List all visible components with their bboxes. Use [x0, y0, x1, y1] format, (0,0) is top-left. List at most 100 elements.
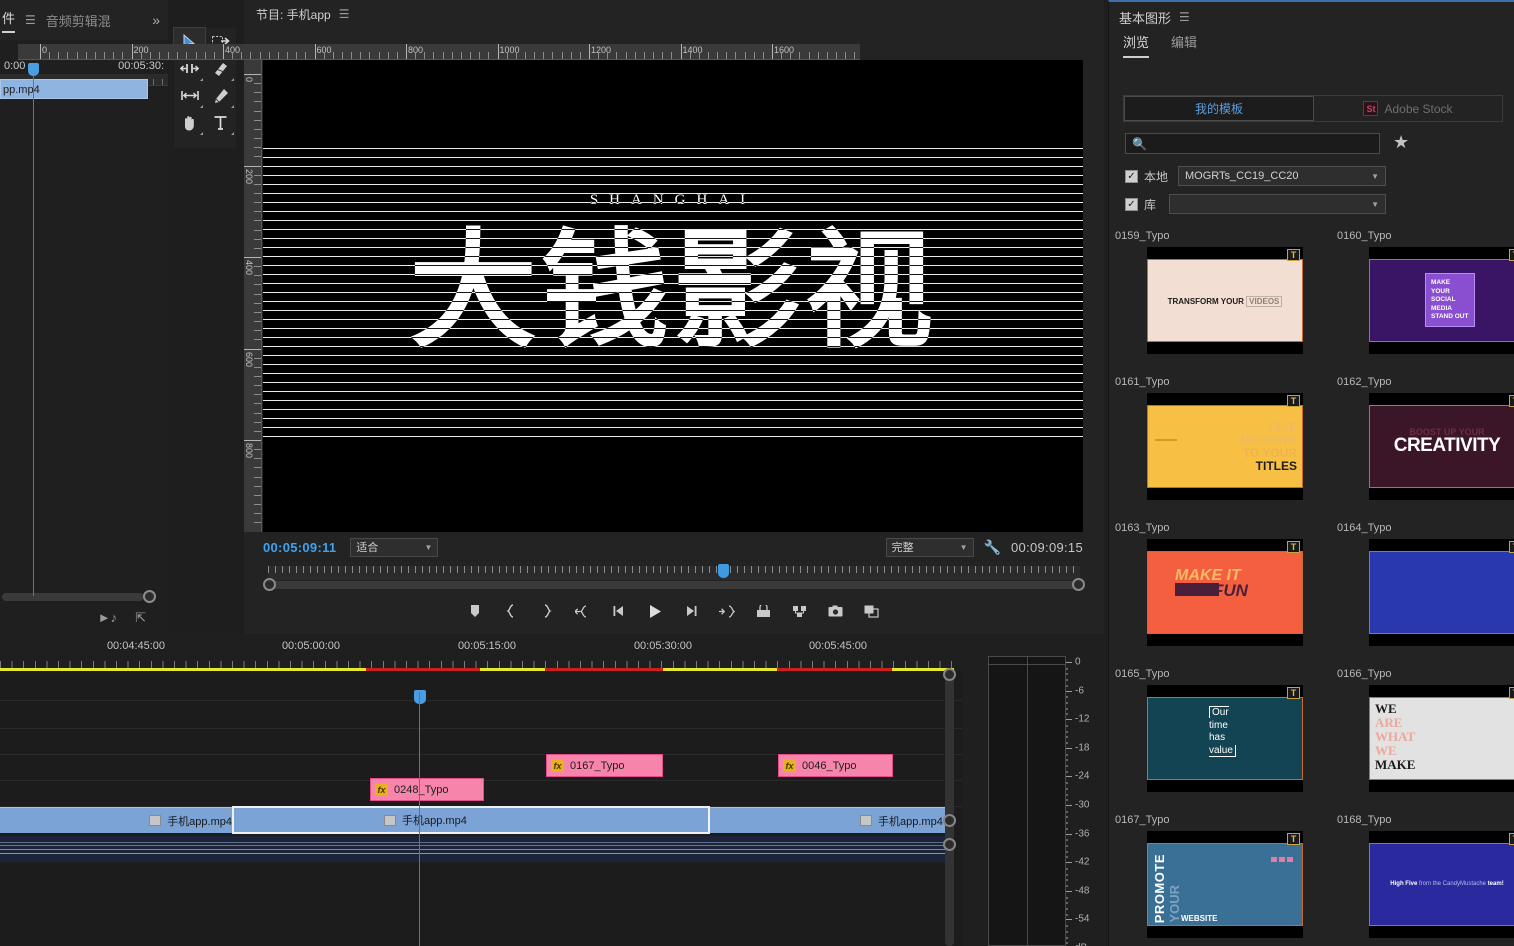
rate-stretch-tool[interactable]	[174, 82, 205, 109]
go-to-out-icon[interactable]	[718, 602, 736, 620]
template-item[interactable]: 0166_Typo WEAREWHATWEMAKET	[1337, 668, 1514, 792]
template-thumbnail[interactable]: MAKEYOURSOCIALMEDIASTAND OUTT	[1369, 247, 1514, 354]
meter-minor-dot	[1066, 707, 1068, 710]
template-item[interactable]: 0161_Typo GIVE MEANING TO YOUR TITLES T	[1115, 376, 1303, 500]
search-input[interactable]	[1150, 137, 1351, 150]
source-clip-bar[interactable]: pp.mp4	[0, 79, 148, 99]
timeline-playhead-handle[interactable]	[414, 690, 426, 704]
template-item[interactable]: 0165_Typo Our time has value T	[1115, 668, 1303, 792]
meter-minor-dot	[1066, 936, 1068, 939]
audio-export-icon[interactable]: ►♪	[98, 610, 117, 626]
playback-resolution-select[interactable]: 完整 ▼	[885, 537, 974, 557]
hamburger-icon[interactable]: ☰	[25, 13, 36, 27]
tab-browse[interactable]: 浏览	[1123, 32, 1150, 58]
timeline-graphic-clip[interactable]: fx 0046_Typo	[778, 754, 893, 777]
tab-effect-controls[interactable]: 件	[2, 8, 16, 33]
scroll-knob-top-icon[interactable]	[943, 668, 956, 681]
meter-minor-dot	[1066, 873, 1068, 876]
checkbox-library[interactable]: ✓	[1125, 198, 1138, 211]
step-forward-icon[interactable]	[682, 602, 700, 620]
timeline-track-row[interactable]	[0, 671, 962, 701]
timeline-video-clip[interactable]: 手机app.mp4	[232, 806, 710, 834]
template-thumbnail[interactable]: Our time has value T	[1147, 685, 1303, 792]
program-ruler-vertical[interactable]: 02004006008001000	[244, 60, 262, 532]
play-icon[interactable]	[646, 602, 664, 620]
timeline-track-row[interactable]	[0, 729, 962, 755]
hand-tool[interactable]	[174, 109, 205, 136]
template-thumbnail[interactable]: GIVE MEANING TO YOUR TITLES T	[1147, 393, 1303, 500]
egp-search-box[interactable]: 🔍	[1125, 133, 1380, 154]
template-thumbnail[interactable]: MAKE IT FUN T	[1147, 539, 1303, 646]
zoom-knob-left-icon[interactable]	[263, 578, 276, 591]
template-preview: GIVE MEANING TO YOUR TITLES	[1147, 405, 1303, 488]
tab-audio-clip-mixer[interactable]: 音频剪辑混	[46, 11, 111, 30]
go-to-in-icon[interactable]	[574, 602, 592, 620]
export-frame-camera-icon[interactable]	[826, 602, 844, 620]
checkbox-local[interactable]: ✓	[1125, 170, 1138, 183]
template-item[interactable]: 0163_Typo MAKE IT FUN T	[1115, 522, 1303, 646]
local-folder-select[interactable]: MOGRTs_CC19_CC20 ▼	[1178, 166, 1386, 186]
timeline-vertical-scrollbar[interactable]	[943, 668, 956, 946]
template-thumbnail[interactable]: PROMOTE YOUR WEBSITE T	[1147, 831, 1303, 938]
my-templates-button[interactable]: 我的模板	[1124, 96, 1314, 121]
source-playhead-handle[interactable]	[28, 63, 39, 76]
audio-meter-box[interactable]	[988, 656, 1066, 946]
settings-wrench-icon[interactable]: 🔧	[984, 539, 1001, 556]
template-item[interactable]: 0168_Typo High Five from the CandyMustach…	[1337, 814, 1514, 938]
timeline-tracks[interactable]: fx 0248_Typo fx 0167_Typo fx 0046_Typo 手机app.m…	[0, 671, 962, 946]
timeline-graphic-clip[interactable]: fx 0248_Typo	[370, 778, 484, 801]
hamburger-icon[interactable]: ☰	[339, 7, 350, 21]
program-scrub-playhead[interactable]	[718, 564, 729, 578]
program-scrub-bar[interactable]	[268, 564, 1080, 580]
timeline-audio-waveform[interactable]	[0, 836, 952, 862]
program-ruler-horizontal[interactable]: 020040060080010001200140016001800	[18, 44, 860, 60]
add-marker-icon[interactable]	[466, 602, 484, 620]
ruler-major-tick	[244, 74, 261, 75]
template-item[interactable]: 0162_Typo BOOST UP YOURCREATIVITYT	[1337, 376, 1514, 500]
program-current-timecode[interactable]: 00:05:09:11	[263, 540, 336, 555]
ruler-minor-tick	[534, 52, 536, 59]
tab-edit[interactable]: 编辑	[1171, 32, 1197, 56]
scroll-knob-mid-icon[interactable]	[943, 814, 956, 827]
template-thumbnail[interactable]: BOOST UP YOURCREATIVITYT	[1369, 393, 1514, 500]
zoom-knob-right-icon[interactable]	[1072, 578, 1085, 591]
zoom-level-select[interactable]: 适合 ▼	[350, 537, 439, 557]
template-thumbnail[interactable]: WEAREWHATWEMAKET	[1369, 685, 1514, 792]
timeline-video-clip[interactable]: 手机app.mp4	[710, 807, 952, 833]
mark-out-icon[interactable]	[538, 602, 556, 620]
export-frame-icon[interactable]: ⇱	[135, 610, 146, 626]
program-video-canvas[interactable]: SHANGHAI 大钱影视	[263, 60, 1083, 532]
template-item[interactable]: 0164_Typo T	[1337, 522, 1514, 646]
program-zoom-scrollbar[interactable]	[263, 578, 1085, 591]
template-item[interactable]: 0167_Typo PROMOTE YOUR WEBSITE T	[1115, 814, 1303, 938]
source-h-scrollbar[interactable]	[2, 590, 156, 603]
lift-icon[interactable]	[754, 602, 772, 620]
scroll-knob-bottom-icon[interactable]	[943, 838, 956, 851]
step-back-icon[interactable]	[610, 602, 628, 620]
scroll-knob-icon[interactable]	[143, 590, 156, 603]
ruler-label: 0	[244, 77, 254, 83]
template-item[interactable]: 0159_Typo TRANSFORM YOUR VIDEOS T	[1115, 230, 1303, 354]
mark-in-icon[interactable]	[502, 602, 520, 620]
template-thumbnail[interactable]: TRANSFORM YOUR VIDEOS T	[1147, 247, 1303, 354]
more-tabs-icon[interactable]: »	[152, 12, 160, 28]
type-tool[interactable]	[205, 109, 236, 136]
meter-tick	[1066, 662, 1072, 663]
library-select[interactable]: ▼	[1169, 194, 1386, 214]
template-item[interactable]: 0160_Typo MAKEYOURSOCIALMEDIASTAND OUTT	[1337, 230, 1514, 354]
hamburger-icon[interactable]: ☰	[1179, 10, 1190, 24]
star-icon[interactable]: ★	[1393, 132, 1409, 153]
ruler-minor-tick	[254, 156, 261, 158]
chevron-down-icon: ▼	[1371, 199, 1379, 209]
timeline-track-row[interactable]	[0, 701, 962, 729]
template-thumbnail[interactable]: High Five from the CandyMustache team!T	[1369, 831, 1514, 938]
ruler-minor-tick	[277, 52, 279, 59]
egp-template-grid[interactable]: 0159_Typo TRANSFORM YOUR VIDEOS T 0160_Typo…	[1109, 230, 1514, 946]
pen-tool[interactable]	[205, 82, 236, 109]
adobe-stock-button[interactable]: St Adobe Stock	[1314, 96, 1502, 121]
timeline-video-clip[interactable]: 手机app.mp4	[0, 807, 232, 833]
comparison-view-icon[interactable]	[862, 602, 880, 620]
extract-icon[interactable]	[790, 602, 808, 620]
timeline-graphic-clip[interactable]: fx 0167_Typo	[546, 754, 663, 777]
template-thumbnail[interactable]: T	[1369, 539, 1514, 646]
